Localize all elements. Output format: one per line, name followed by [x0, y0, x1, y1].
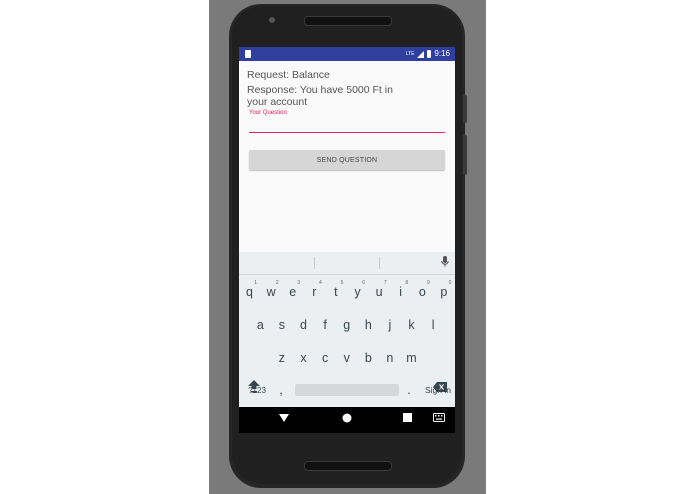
- key-y[interactable]: y6: [347, 278, 368, 306]
- key-i[interactable]: i8: [390, 278, 411, 306]
- key-label: t: [334, 285, 338, 299]
- key-label: f: [323, 318, 327, 332]
- question-input[interactable]: [249, 116, 445, 132]
- signal-icon: [417, 50, 425, 58]
- key-label: c: [321, 351, 329, 365]
- sign-in-key[interactable]: Sign in: [421, 380, 455, 400]
- key-label: s: [278, 318, 286, 332]
- space-bar[interactable]: [295, 384, 399, 396]
- key-hint-number: 8: [405, 280, 409, 286]
- key-f[interactable]: f: [315, 311, 336, 339]
- key-p[interactable]: p0: [433, 278, 454, 306]
- key-hint-number: 9: [427, 280, 430, 286]
- key-s[interactable]: s: [271, 311, 292, 339]
- key-g[interactable]: g: [336, 311, 357, 339]
- key-w[interactable]: w2: [261, 278, 282, 306]
- key-label: k: [408, 318, 415, 332]
- key-label: p: [440, 285, 448, 299]
- nav-back-icon[interactable]: [279, 413, 289, 426]
- key-label: v: [343, 351, 350, 365]
- symbols-key[interactable]: ?123: [241, 380, 273, 400]
- key-a[interactable]: a: [250, 311, 271, 339]
- response-text-line2: your account: [247, 96, 308, 108]
- key-hint-number: 7: [383, 280, 387, 286]
- key-m[interactable]: m: [401, 344, 422, 372]
- key-label: y: [354, 285, 361, 299]
- key-d[interactable]: d: [293, 311, 314, 339]
- battery-icon: [427, 50, 432, 58]
- key-label: o: [418, 285, 426, 299]
- key-o[interactable]: o9: [412, 278, 433, 306]
- key-hint-number: 3: [297, 280, 301, 286]
- key-label: x: [300, 351, 307, 365]
- bottom-speaker: [304, 461, 392, 471]
- send-question-button[interactable]: SEND QUESTION: [249, 150, 445, 170]
- key-label: q: [246, 285, 253, 299]
- key-label: z: [278, 351, 286, 365]
- period-key[interactable]: .: [403, 380, 415, 400]
- key-b[interactable]: b: [358, 344, 379, 372]
- key-l[interactable]: l: [423, 311, 444, 339]
- key-hint-number: 6: [362, 280, 365, 286]
- key-r[interactable]: r4: [304, 278, 325, 306]
- key-z[interactable]: z: [271, 344, 292, 372]
- key-label: r: [312, 285, 317, 299]
- key-u[interactable]: u7: [369, 278, 390, 306]
- key-label: u: [375, 285, 383, 299]
- key-label: g: [343, 318, 351, 332]
- status-bar: LTE 9:16: [239, 47, 455, 61]
- key-label: e: [289, 285, 297, 299]
- sd-card-icon: [245, 50, 251, 58]
- key-e[interactable]: e3: [282, 278, 303, 306]
- key-label: h: [364, 318, 372, 332]
- volume-button[interactable]: [463, 135, 467, 175]
- key-n[interactable]: n: [379, 344, 400, 372]
- nav-home-icon[interactable]: [342, 413, 352, 426]
- key-label: a: [256, 318, 264, 332]
- request-text: Request: Balance: [247, 69, 330, 81]
- key-q[interactable]: q1: [239, 278, 260, 306]
- network-type: LTE: [405, 50, 415, 57]
- mic-icon[interactable]: [441, 256, 449, 270]
- key-label: l: [431, 318, 435, 332]
- key-label: j: [388, 318, 392, 332]
- suggestion-divider: [314, 257, 315, 269]
- key-hint-number: 2: [275, 280, 279, 286]
- key-h[interactable]: h: [358, 311, 379, 339]
- key-hint-number: 4: [319, 280, 322, 286]
- navigation-bar: [239, 407, 455, 433]
- key-label: b: [364, 351, 372, 365]
- question-input-underline: [249, 132, 445, 133]
- key-v[interactable]: v: [336, 344, 357, 372]
- key-label: i: [399, 285, 403, 299]
- keyboard-switch-icon[interactable]: [433, 413, 445, 425]
- key-label: w: [266, 285, 276, 299]
- nav-recents-icon[interactable]: [403, 413, 412, 425]
- suggestion-divider: [379, 257, 380, 269]
- soft-keyboard: q1w2e3r4t5y6u7i8o9p0 asdfghjkl zxcvbnm ?…: [239, 252, 455, 407]
- key-label: m: [406, 351, 417, 365]
- key-label: d: [300, 318, 307, 332]
- front-camera: [269, 17, 275, 23]
- key-k[interactable]: k: [401, 311, 422, 339]
- key-t[interactable]: t5: [325, 278, 346, 306]
- device-screen: LTE 9:16 Request: Balance Response: You …: [239, 47, 455, 433]
- key-hint-number: 5: [340, 280, 344, 286]
- status-time: 9:16: [434, 49, 450, 58]
- key-label: n: [386, 351, 394, 365]
- key-hint-number: 0: [448, 280, 452, 286]
- key-hint-number: 1: [254, 280, 257, 286]
- power-button[interactable]: [463, 95, 467, 123]
- key-j[interactable]: j: [379, 311, 400, 339]
- top-speaker: [304, 16, 392, 26]
- key-x[interactable]: x: [293, 344, 314, 372]
- comma-key[interactable]: ,: [275, 380, 287, 400]
- suggestion-strip: [239, 252, 455, 275]
- key-c[interactable]: c: [315, 344, 336, 372]
